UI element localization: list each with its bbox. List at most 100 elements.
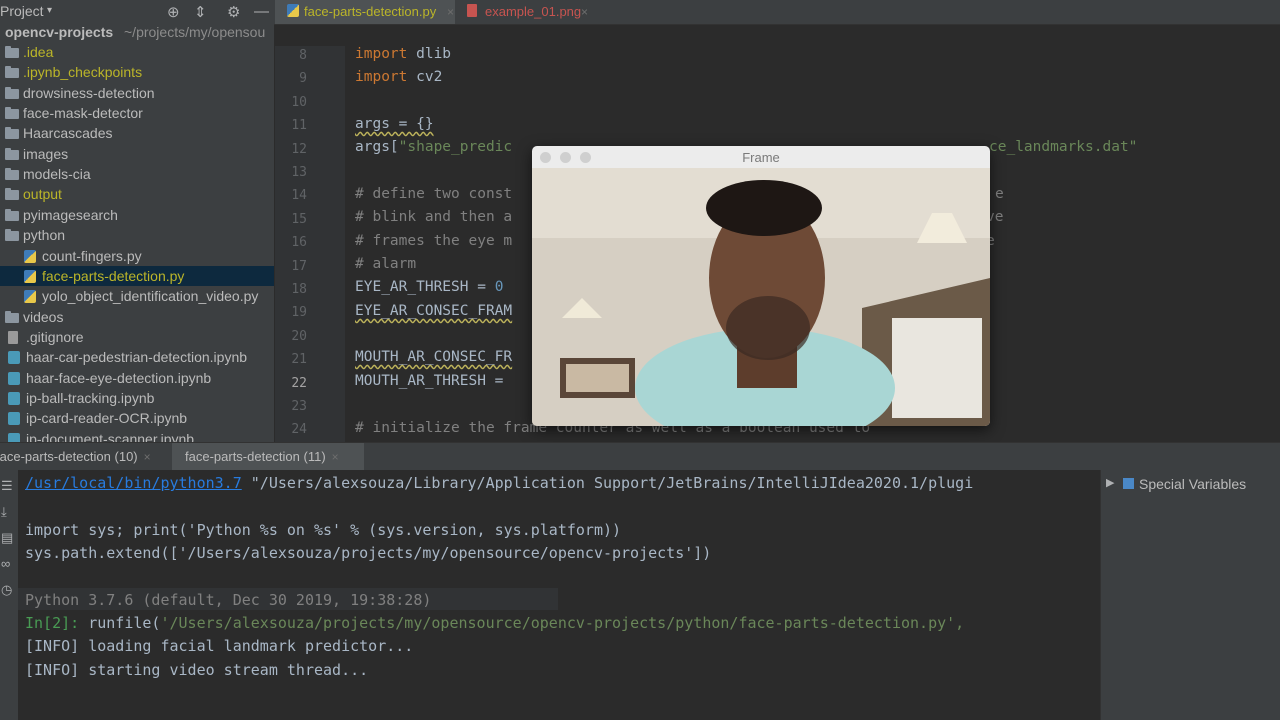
crosshair-icon[interactable]: ⊕ bbox=[167, 3, 180, 21]
run-tab-label: face-parts-detection (11) bbox=[185, 449, 326, 464]
tab-face-parts-detection[interactable]: face-parts-detection.py × bbox=[275, 0, 455, 24]
close-icon[interactable]: × bbox=[447, 0, 454, 24]
folder-icon bbox=[5, 188, 19, 201]
notebook-file-icon bbox=[8, 371, 20, 385]
tree-item[interactable]: haar-car-pedestrian-detection.ipynb bbox=[0, 347, 274, 367]
code-line-15: # blink and then a bbox=[355, 209, 513, 225]
gear-icon[interactable]: ⚙ bbox=[227, 3, 240, 21]
tree-item[interactable]: .ipynb_checkpoints bbox=[0, 62, 274, 82]
code-line-19: EYE_AR_CONSEC_FRAM bbox=[355, 303, 513, 319]
minimize-icon[interactable]: — bbox=[254, 3, 269, 20]
tab-label: example_01.png bbox=[485, 4, 582, 19]
code-line-17: # alarm bbox=[355, 256, 417, 272]
collapse-icon[interactable]: ⇕ bbox=[194, 3, 207, 21]
tree-item[interactable]: haar-face-eye-detection.ipynb bbox=[0, 368, 274, 388]
project-root-name: opencv-projects bbox=[5, 24, 114, 40]
notebook-file-icon bbox=[8, 391, 20, 405]
tree-item[interactable]: output bbox=[0, 184, 274, 204]
tree-item[interactable]: count-fingers.py bbox=[0, 246, 274, 266]
line-number: 16 bbox=[291, 235, 307, 251]
run-side-toolbar: ☰ ⤓ ▤ ∞ ◷ bbox=[0, 470, 18, 720]
folder-icon bbox=[5, 310, 19, 323]
tree-item[interactable]: ip-document-scanner.ipynb bbox=[0, 429, 274, 442]
close-icon[interactable]: × bbox=[144, 450, 151, 464]
tree-item-label: .idea bbox=[23, 44, 54, 60]
close-icon[interactable]: × bbox=[581, 0, 588, 24]
console-line-4: Python 3.7.6 (default, Dec 30 2019, 19:3… bbox=[25, 591, 432, 609]
folder-icon bbox=[5, 86, 19, 99]
folder-icon bbox=[5, 229, 19, 242]
code-line-18: EYE_AR_THRESH = 0 bbox=[355, 279, 504, 295]
folder-icon bbox=[5, 127, 19, 140]
tab-label: face-parts-detection.py bbox=[304, 4, 437, 19]
interpreter-link[interactable]: /usr/local/bin/python3.7 bbox=[25, 474, 242, 492]
tree-root[interactable]: opencv-projects ~/projects/my/opensou bbox=[0, 24, 274, 42]
tree-item-label: pyimagesearch bbox=[23, 206, 118, 223]
folder-icon bbox=[5, 46, 19, 58]
tree-item[interactable]: models-cia bbox=[0, 164, 274, 184]
python-console[interactable]: /usr/local/bin/python3.7 "/Users/alexsou… bbox=[18, 470, 1100, 720]
code-line-8: import dlib bbox=[355, 46, 452, 62]
image-file-icon bbox=[467, 4, 477, 17]
line-number: 22 bbox=[291, 375, 307, 391]
run-tab-10[interactable]: face-parts-detection (10) × bbox=[0, 443, 151, 471]
code-line-14: # define two const bbox=[355, 186, 513, 202]
folder-icon bbox=[5, 208, 19, 221]
run-tab-label: face-parts-detection (10) bbox=[0, 449, 138, 464]
breadcrumb-bar bbox=[275, 25, 1280, 46]
tree-item-label: ip-card-reader-OCR.ipynb bbox=[26, 410, 188, 427]
frame-titlebar[interactable]: Frame bbox=[532, 146, 990, 168]
tree-item-label: haar-face-eye-detection.ipynb bbox=[26, 369, 212, 386]
tree-item[interactable]: Haarcascades bbox=[0, 123, 274, 143]
project-panel-header: Project ▾ ⊕ ⇕ ⚙ — bbox=[0, 0, 275, 25]
line-number: 14 bbox=[291, 188, 307, 204]
project-dropdown-icon[interactable]: ▾ bbox=[47, 5, 52, 16]
code-line-14-tail: e bbox=[995, 186, 1004, 202]
python-file-icon bbox=[287, 4, 299, 17]
python-file-icon bbox=[24, 249, 36, 263]
tree-item-label: .gitignore bbox=[26, 328, 84, 345]
project-panel-title[interactable]: Project bbox=[0, 3, 44, 19]
tree-item[interactable]: ip-ball-tracking.ipynb bbox=[0, 388, 274, 408]
tree-item-label: models-cia bbox=[23, 166, 91, 183]
tree-item[interactable]: .idea bbox=[0, 42, 274, 62]
tab-example-png[interactable]: example_01.png × bbox=[455, 0, 595, 24]
history-icon[interactable]: ◷ bbox=[1, 582, 12, 598]
print-icon[interactable]: ▤ bbox=[1, 530, 13, 546]
tree-item[interactable]: ip-card-reader-OCR.ipynb bbox=[0, 408, 274, 428]
line-number: 24 bbox=[291, 422, 307, 438]
tree-item[interactable]: drowsiness-detection bbox=[0, 83, 274, 103]
variables-icon bbox=[1123, 478, 1134, 489]
code-line-11: args = {} bbox=[355, 116, 434, 132]
project-tree: opencv-projects ~/projects/my/opensou .i… bbox=[0, 24, 274, 442]
frame-title: Frame bbox=[742, 150, 780, 165]
notebook-file-icon bbox=[8, 412, 20, 426]
scroll-end-icon[interactable]: ⤓ bbox=[1, 504, 7, 520]
tree-item-label: python bbox=[23, 227, 66, 244]
tree-item[interactable]: yolo_object_identification_video.py bbox=[0, 286, 274, 306]
tree-item[interactable]: .gitignore bbox=[0, 327, 274, 347]
console-line-6: [INFO] loading facial landmark predictor… bbox=[25, 637, 414, 655]
tree-item-label: images bbox=[23, 145, 69, 162]
expand-arrow-icon[interactable]: ▶ bbox=[1106, 476, 1114, 489]
webcam-scene-illustration bbox=[532, 168, 990, 426]
special-variables-label[interactable]: Special Variables bbox=[1139, 476, 1246, 492]
tree-item-label: .ipynb_checkpoints bbox=[23, 64, 143, 81]
tree-item[interactable]: face-mask-detector bbox=[0, 103, 274, 123]
notebook-file-icon bbox=[8, 351, 20, 365]
close-icon[interactable]: × bbox=[332, 450, 339, 464]
run-tab-11[interactable]: face-parts-detection (11) × bbox=[185, 443, 339, 471]
code-line-22: MOUTH_AR_THRESH = bbox=[355, 373, 513, 389]
code-line-9: import cv2 bbox=[355, 69, 443, 85]
tree-item[interactable]: videos bbox=[0, 307, 274, 327]
frame-window[interactable]: Frame bbox=[532, 146, 990, 426]
tree-item[interactable]: face-parts-detection.py bbox=[0, 265, 274, 286]
rerun-icon[interactable]: ☰ bbox=[1, 478, 13, 494]
tree-item-label: count-fingers.py bbox=[42, 247, 142, 264]
tree-item[interactable]: images bbox=[0, 144, 274, 164]
line-number: 18 bbox=[291, 282, 307, 297]
tree-item[interactable]: python bbox=[0, 225, 274, 245]
tree-item[interactable]: pyimagesearch bbox=[0, 205, 274, 225]
glasses-icon[interactable]: ∞ bbox=[1, 556, 10, 571]
tree-item-label: ip-document-scanner.ipynb bbox=[26, 430, 195, 442]
